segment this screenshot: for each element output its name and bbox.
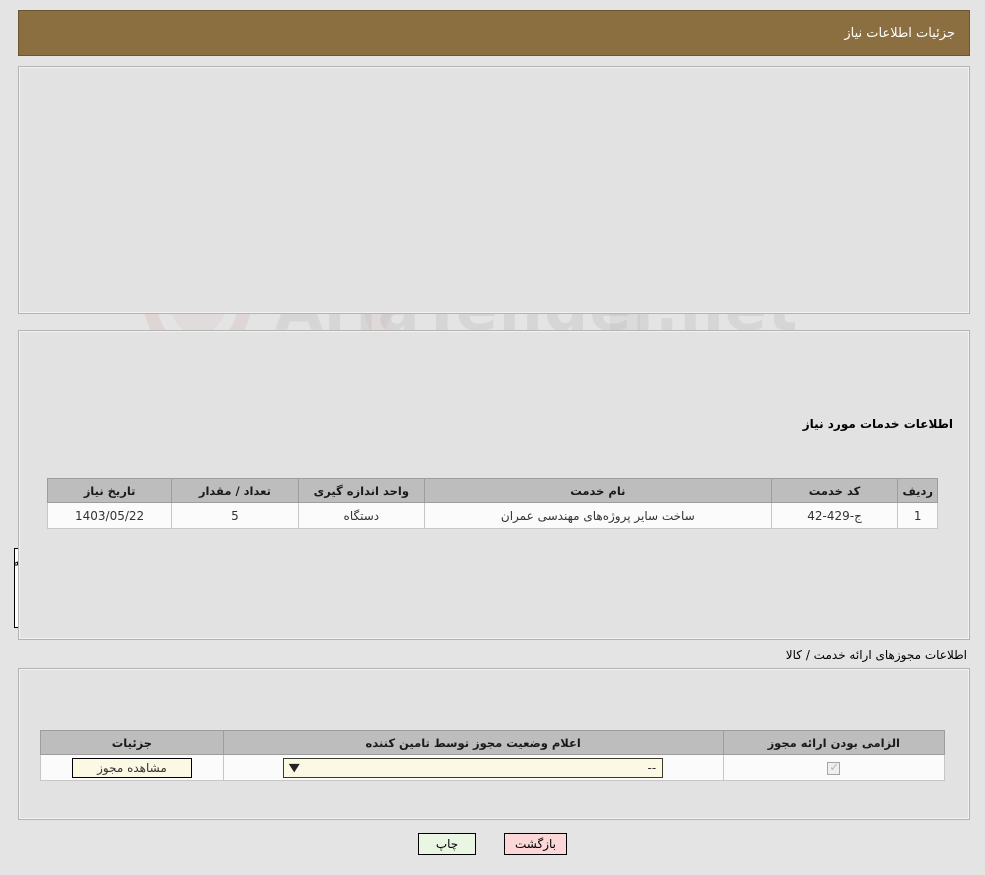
cell-quantity: 5 <box>171 502 299 529</box>
th-quantity: تعداد / مقدار <box>171 478 299 503</box>
services-section-title: اطلاعات خدمات مورد نیاز <box>802 417 953 431</box>
table-row: -- ▼ مشاهده مجوز <box>40 754 946 781</box>
license-status-select[interactable]: -- ▼ <box>283 757 664 778</box>
th-license-status: اعلام وضعیت مجوز توسط تامین کننده <box>222 730 724 755</box>
back-button[interactable]: بازگشت <box>504 833 567 855</box>
license-required-checkbox[interactable] <box>827 760 841 775</box>
th-service-code: کد خدمت <box>770 478 899 503</box>
licenses-table: الزامی بودن ارائه مجوز اعلام وضعیت مجوز … <box>40 730 946 781</box>
cell-license-status: -- ▼ <box>222 754 724 781</box>
cell-unit: دستگاه <box>297 502 426 529</box>
th-license-details: جزئیات <box>40 730 224 755</box>
th-unit: واحد اندازه گیری <box>297 478 426 503</box>
need-info-panel <box>18 66 970 314</box>
page-root: AriaTender.net جزئیات اطلاعات نیاز شماره… <box>0 0 985 875</box>
th-radif: ردیف <box>897 478 938 503</box>
cell-need-date: 1403/05/22 <box>46 502 173 529</box>
cell-radif: 1 <box>897 502 938 529</box>
cell-service-name: ساخت سایر پروژه‌های مهندسی عمران <box>424 502 772 529</box>
th-need-date: تاریخ نیاز <box>46 478 173 503</box>
cell-license-details: مشاهده مجوز <box>40 754 224 781</box>
page-title: جزئیات اطلاعات نیاز <box>844 25 955 41</box>
licenses-section-title: اطلاعات مجوزهای ارائه خدمت / کالا <box>785 648 967 662</box>
cell-service-code: ج-429-42 <box>770 502 899 529</box>
page-header-bar: جزئیات اطلاعات نیاز <box>18 10 970 56</box>
chevron-down-icon[interactable]: ▼ <box>289 761 300 774</box>
license-status-value: -- <box>647 760 657 775</box>
licenses-table-header-row: الزامی بودن ارائه مجوز اعلام وضعیت مجوز … <box>40 730 946 755</box>
th-service-name: نام خدمت <box>424 478 772 503</box>
view-license-button[interactable]: مشاهده مجوز <box>71 757 192 778</box>
cell-license-required <box>722 754 946 781</box>
table-row: 1 ج-429-42 ساخت سایر پروژه‌های مهندسی عم… <box>46 502 938 529</box>
print-button[interactable]: چاپ <box>418 833 476 855</box>
th-license-required: الزامی بودن ارائه مجوز <box>722 730 946 755</box>
services-table-header-row: ردیف کد خدمت نام خدمت واحد اندازه گیری ت… <box>46 478 938 503</box>
footer-actions: بازگشت چاپ <box>0 833 985 855</box>
services-table: ردیف کد خدمت نام خدمت واحد اندازه گیری ت… <box>46 478 938 529</box>
